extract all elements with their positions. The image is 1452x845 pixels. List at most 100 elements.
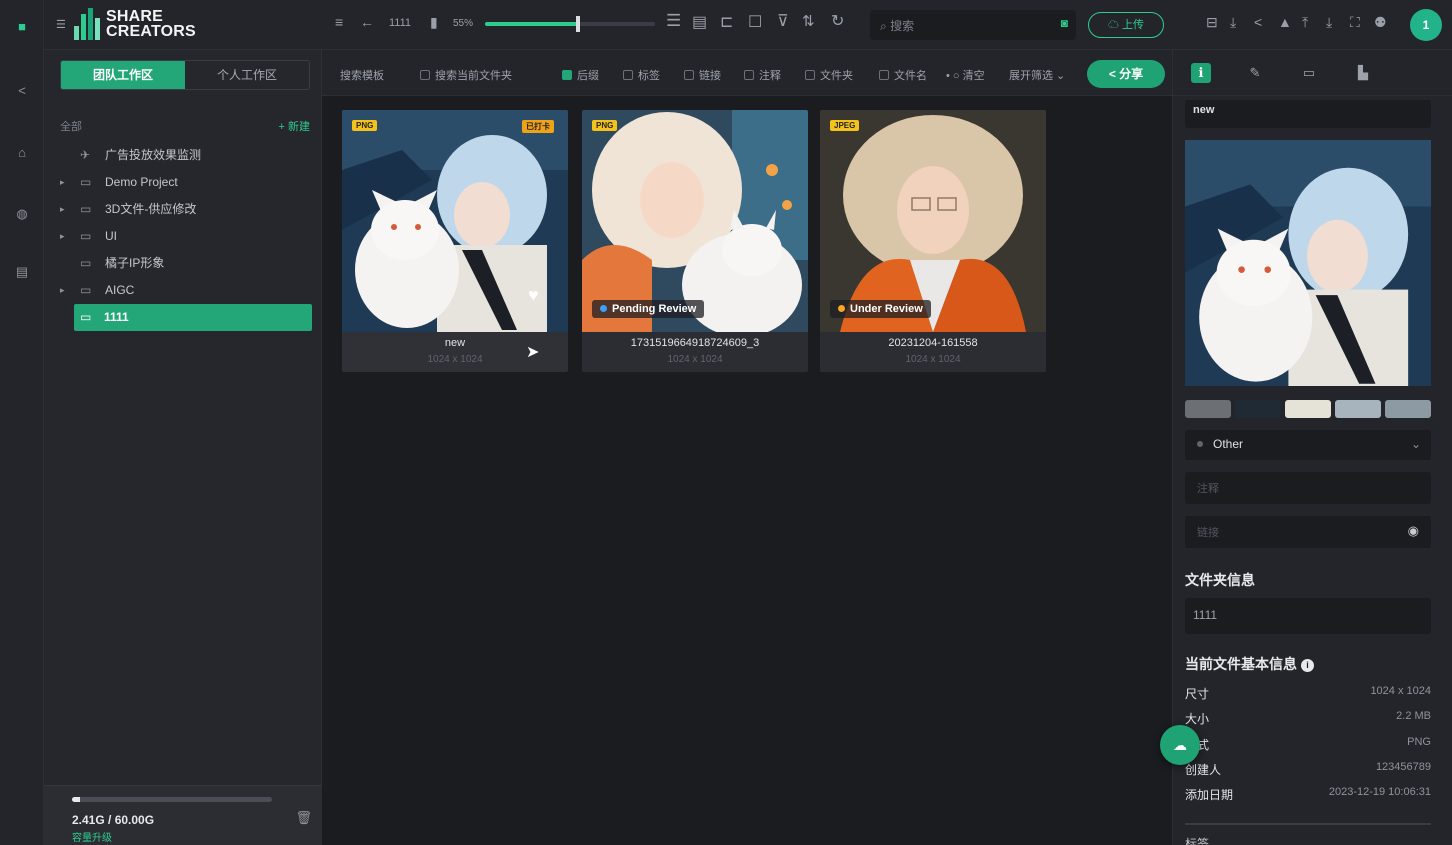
tree-item[interactable]: ▸ ▭ AIGC (60, 277, 318, 304)
folder-sidebar: 团队工作区 个人工作区 全部 + 新建 ✈ 广告投放效果监测 ▸ ▭ Demo … (44, 50, 322, 845)
tree-item[interactable]: ▭ 橘子IP形象 (60, 250, 318, 277)
tree-view-icon[interactable]: ⊏ (720, 12, 733, 32)
caret-right-icon[interactable]: ▸ (60, 277, 70, 304)
color-swatch[interactable] (1285, 400, 1331, 418)
detail-view-icon[interactable]: ▤ (692, 12, 707, 32)
comment-tab-icon[interactable]: ▭ (1299, 63, 1319, 83)
info-row: 尺寸 1024 x 1024 (1185, 685, 1431, 701)
back-icon[interactable]: ← (360, 14, 374, 30)
folder-icon: ▭ (80, 202, 92, 216)
upload-button-label: 上传 (1122, 19, 1145, 31)
notification-icon[interactable]: ▲ (1278, 14, 1292, 30)
info-icon[interactable]: i (1301, 659, 1314, 672)
filter-checkbox-filename[interactable]: 文件名 (879, 67, 927, 83)
fullscreen-icon[interactable]: ⛶ (1350, 14, 1360, 31)
list-toggle-icon[interactable]: ≡ (335, 14, 343, 30)
asset-name-field[interactable]: new (1185, 100, 1431, 128)
tab-team-workspace[interactable]: 团队工作区 (61, 61, 185, 89)
home-icon[interactable]: ⌂ (12, 142, 32, 162)
color-swatch[interactable] (1385, 400, 1431, 418)
status-badge: Pending Review (592, 300, 705, 318)
new-folder-button[interactable]: + 新建 (279, 118, 310, 134)
search-icon: ⌕ (880, 19, 887, 33)
storage-usage: 2.41G / 60.00G (72, 813, 155, 827)
status-badge: Under Review (830, 300, 931, 318)
filter-checkbox-link[interactable]: 链接 (684, 67, 721, 83)
tree-item-selected[interactable]: ▭ 1111 (74, 304, 312, 331)
tree-item[interactable]: ▸ ▭ Demo Project (60, 169, 318, 196)
list-view-icon[interactable]: ☰ (666, 11, 681, 31)
asset-card[interactable]: JPEG Under Review 20231204-161558 1024 x… (820, 110, 1046, 372)
sort-icon[interactable]: ⇅ (802, 12, 815, 30)
favorite-icon[interactable]: ♥ (528, 285, 539, 306)
tree-item[interactable]: ▸ ▭ 3D文件-供应修改 (60, 196, 318, 223)
user-icon[interactable]: ⚉ (1374, 14, 1387, 31)
filter-icon[interactable]: ⊽ (777, 11, 789, 31)
select-icon[interactable]: ☐ (748, 12, 762, 32)
caret-right-icon[interactable]: ▸ (60, 223, 70, 250)
zoom-slider[interactable] (485, 16, 655, 32)
bookmark-icon[interactable]: ▮ (430, 14, 438, 31)
refresh-icon[interactable]: ↻ (831, 11, 844, 31)
camera-icon[interactable]: ◙ (1061, 16, 1068, 30)
inspector-panel: ℹ ✎ ▭ ▙ new Other ⌄ 注释 链接 ◉ 文件夹信息 1111 当… (1172, 50, 1452, 845)
import-icon[interactable]: ⤒ (1302, 14, 1308, 31)
caret-right-icon[interactable]: ▸ (60, 196, 70, 223)
category-select[interactable]: Other ⌄ (1185, 430, 1431, 460)
upgrade-storage-link[interactable]: 容量升级 (72, 829, 112, 844)
breadcrumb-current[interactable]: 1111 (389, 17, 411, 29)
filter-checkbox-folder[interactable]: 文件夹 (805, 67, 853, 83)
asset-thumbnail[interactable] (582, 110, 808, 332)
search-scope[interactable]: 搜索模板 (340, 67, 384, 83)
info-tab-icon[interactable]: ℹ (1191, 63, 1211, 83)
avatar[interactable]: 1 (1410, 9, 1442, 41)
share-icon[interactable]: < (12, 80, 32, 100)
filter-checkbox-tag[interactable]: 标签 (623, 67, 660, 83)
share-alt-icon[interactable]: < (1254, 14, 1262, 30)
color-swatch[interactable] (1335, 400, 1381, 418)
asset-thumbnail[interactable] (820, 110, 1046, 332)
format-badge: PNG (592, 120, 618, 131)
caret-right-icon[interactable]: ▸ (60, 169, 70, 196)
filter-checkbox-suffix[interactable]: 后缀 (562, 67, 599, 83)
export-icon[interactable]: ⤓ (1326, 14, 1332, 31)
zoom-slider-handle[interactable] (576, 16, 580, 32)
upload-fab-button[interactable]: ☁ (1160, 725, 1200, 765)
folder-info-title: 文件夹信息 (1185, 572, 1255, 588)
tree-header: 全部 + 新建 (60, 118, 310, 134)
trash-icon[interactable]: 🗑 (295, 810, 312, 826)
asset-card[interactable]: PNG Pending Review 1731519664918724609_3… (582, 110, 808, 372)
expand-filters-button[interactable]: 展开筛选 ⌄ (1009, 67, 1065, 83)
color-swatch[interactable] (1185, 400, 1231, 418)
clear-filters-button[interactable]: • ○ 清空 (946, 67, 985, 83)
search-input[interactable]: ⌕ 搜索 ◙ (870, 10, 1076, 40)
archive-icon[interactable]: ▤ (12, 262, 32, 282)
current-folder-checkbox[interactable]: 搜索当前文件夹 (420, 67, 512, 83)
asset-name: 20231204-161558 (888, 337, 978, 349)
tab-personal-workspace[interactable]: 个人工作区 (185, 61, 309, 89)
library-icon[interactable]: ■ (12, 16, 32, 36)
tree-item[interactable]: ✈ 广告投放效果监测 (60, 142, 318, 169)
color-swatch[interactable] (1235, 400, 1281, 418)
globe-icon[interactable]: ◉ (1408, 523, 1419, 539)
filter-checkbox-note[interactable]: 注释 (744, 67, 781, 83)
menu-icon[interactable]: ☰ (56, 18, 66, 31)
info-row: 格式PNG (1185, 736, 1431, 752)
upload-button[interactable]: ☁ 上传 (1088, 12, 1164, 38)
tree-item[interactable]: ▸ ▭ UI (60, 223, 318, 250)
asset-card[interactable]: PNG 已打卡 ♥ new 1024 x 1024 ➤ (342, 110, 568, 372)
edit-tab-icon[interactable]: ✎ (1245, 63, 1265, 83)
format-badge: PNG (352, 120, 378, 131)
link-input[interactable]: 链接 ◉ (1185, 516, 1431, 548)
download-icon[interactable]: ⤓ (1230, 14, 1236, 31)
tree-item-label: AIGC (105, 283, 135, 297)
notes-input[interactable]: 注释 (1185, 472, 1431, 504)
workspace-tabs: 团队工作区 个人工作区 (60, 60, 310, 90)
zoom-level: 55% (453, 18, 474, 29)
share-button[interactable]: < 分享 (1087, 60, 1165, 88)
collapse-icon[interactable]: ⊟ (1206, 14, 1218, 31)
link-placeholder: 链接 (1197, 527, 1219, 539)
stats-tab-icon[interactable]: ▙ (1353, 63, 1373, 83)
bot-icon[interactable]: ◍ (12, 204, 32, 224)
logo-text-line1: SHARE (106, 8, 164, 25)
